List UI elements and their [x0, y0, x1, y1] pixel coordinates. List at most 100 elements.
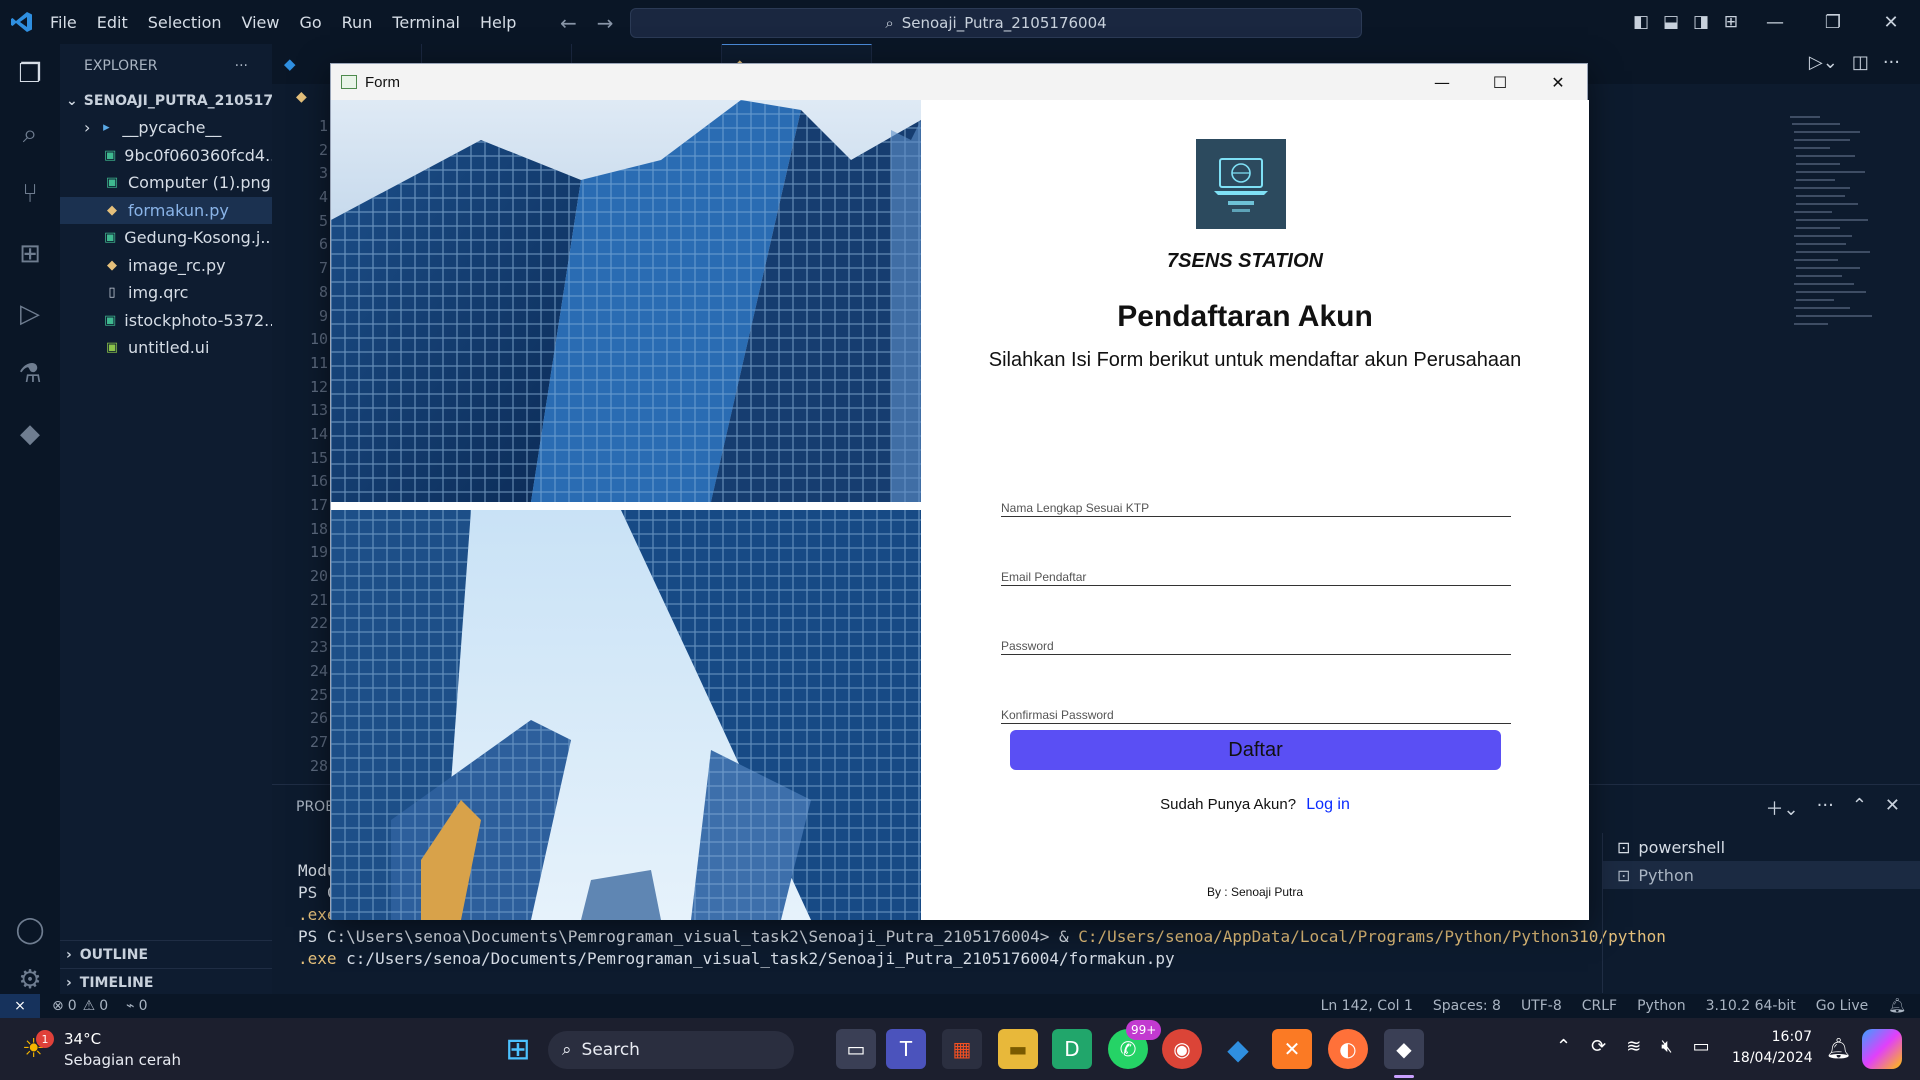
encoding[interactable]: UTF-8	[1521, 998, 1562, 1014]
file-item[interactable]: ▣ Computer (1).png	[60, 169, 272, 197]
restore-icon[interactable]: ❐	[1804, 0, 1862, 44]
split-editor-icon[interactable]: ◫	[1852, 52, 1869, 73]
terminal-item-powershell[interactable]: ⊡ powershell	[1603, 833, 1920, 861]
password-input[interactable]	[1001, 625, 1511, 654]
toggle-sidebar-icon[interactable]: ◧	[1626, 0, 1656, 44]
sync-icon[interactable]: ⟳	[1591, 1036, 1606, 1057]
new-terminal-icon[interactable]: ＋⌄	[1766, 795, 1799, 821]
daftar-button[interactable]: Daftar	[1010, 730, 1501, 770]
menu-view[interactable]: View	[232, 13, 290, 32]
ports-icon[interactable]: ⌁	[126, 998, 134, 1014]
maximize-icon[interactable]: ☐	[1471, 64, 1529, 100]
file-item[interactable]: ▣ Gedung-Kosong.j...	[60, 224, 272, 252]
close-panel-icon[interactable]: ✕	[1885, 795, 1900, 821]
forward-arrow-icon[interactable]: →	[597, 11, 614, 35]
xampp-icon[interactable]: ✕	[1272, 1029, 1312, 1069]
menu-go[interactable]: Go	[289, 13, 331, 32]
warnings-count[interactable]: 0	[99, 998, 108, 1014]
windows-start-icon[interactable]: ⊞	[498, 1029, 538, 1069]
more-actions-icon[interactable]: ···	[1883, 52, 1900, 73]
maximize-panel-icon[interactable]: ⌃	[1852, 795, 1867, 821]
weather-widget[interactable]: ☀ 1	[22, 1030, 58, 1066]
timeline-header[interactable]: › TIMELINE	[60, 968, 272, 996]
python-app-icon[interactable]: ◆	[1384, 1029, 1424, 1069]
extensions-icon[interactable]: ⊞	[0, 224, 60, 284]
back-arrow-icon[interactable]: ←	[560, 11, 577, 35]
testing-icon[interactable]: ⚗	[0, 344, 60, 404]
confirm-password-input[interactable]	[1001, 694, 1511, 723]
menu-run[interactable]: Run	[332, 13, 383, 32]
run-debug-icon[interactable]: ▷	[0, 284, 60, 344]
form-title-bar[interactable]: Form — ☐ ✕	[331, 64, 1587, 100]
indentation[interactable]: Spaces: 8	[1433, 998, 1501, 1014]
file-item[interactable]: ▣ untitled.ui	[60, 334, 272, 362]
battery-icon[interactable]: ▭	[1693, 1036, 1710, 1057]
firefox-icon[interactable]: ◐	[1328, 1029, 1368, 1069]
file-item[interactable]: › ▸ __pycache__	[60, 114, 272, 142]
notification-bell-icon[interactable]: 🔔︎	[1826, 1036, 1851, 1060]
copilot-icon[interactable]	[1862, 1029, 1902, 1069]
minimize-icon[interactable]: —	[1413, 64, 1471, 100]
wifi-icon[interactable]: ≋	[1626, 1036, 1641, 1057]
login-link[interactable]: Log in	[1306, 796, 1350, 813]
chrome-icon[interactable]: ◉	[1162, 1029, 1202, 1069]
terminal-item-python[interactable]: ⊡ Python	[1603, 861, 1920, 889]
language-mode[interactable]: Python	[1637, 998, 1686, 1014]
minimize-icon[interactable]: —	[1746, 0, 1804, 44]
menu-selection[interactable]: Selection	[138, 13, 232, 32]
volume-muted-icon[interactable]: 🔇︎	[1661, 1036, 1672, 1057]
minimap[interactable]	[1780, 112, 1880, 412]
laptop-globe-icon	[1196, 139, 1286, 229]
close-icon[interactable]: ✕	[1529, 64, 1587, 100]
terminal-icon: ⊡	[1617, 837, 1631, 857]
email-input[interactable]	[1001, 556, 1511, 585]
more-actions-icon[interactable]: ···	[1817, 795, 1834, 821]
microsoft-store-icon[interactable]: ▦	[942, 1029, 982, 1069]
file-item[interactable]: ▯ img.qrc	[60, 279, 272, 307]
toggle-panel-icon[interactable]: ⬓	[1656, 0, 1686, 44]
warnings-icon[interactable]: ⚠	[83, 998, 96, 1014]
chevron-up-icon[interactable]: ⌃	[1556, 1036, 1571, 1057]
root-folder[interactable]: ⌄ SENOAJI_PUTRA_2105176...	[60, 88, 299, 114]
file-item[interactable]: ◆ image_rc.py	[60, 252, 272, 280]
weather-temp[interactable]: 34°C	[64, 1030, 101, 1048]
close-icon[interactable]: ✕	[1862, 0, 1920, 44]
vscode-icon[interactable]: ◆	[1218, 1029, 1258, 1069]
weather-desc[interactable]: Sebagian cerah	[64, 1051, 181, 1069]
menu-help[interactable]: Help	[470, 13, 526, 32]
problems-tab[interactable]: PROB	[296, 799, 335, 815]
file-item[interactable]: ▣ istockphoto-5372...	[60, 307, 272, 335]
errors-icon[interactable]: ⊗	[52, 998, 64, 1014]
notifications-bell-icon[interactable]: 🔔︎	[1888, 998, 1906, 1014]
menu-edit[interactable]: Edit	[87, 13, 138, 32]
menu-file[interactable]: File	[40, 13, 87, 32]
teams-icon[interactable]: T	[886, 1029, 926, 1069]
file-explorer-icon[interactable]: ▬	[998, 1029, 1038, 1069]
command-center[interactable]: ⌕ Senoaji_Putra_2105176004	[630, 8, 1362, 38]
taskbar-search[interactable]: ⌕ Search	[548, 1031, 794, 1069]
toggle-secondary-sidebar-icon[interactable]: ◨	[1686, 0, 1716, 44]
source-control-icon[interactable]: ⑂	[0, 164, 60, 224]
cursor-position[interactable]: Ln 142, Col 1	[1321, 998, 1413, 1014]
name-input[interactable]	[1001, 487, 1511, 516]
ports-count[interactable]: 0	[139, 998, 148, 1014]
errors-count[interactable]: 0	[68, 998, 77, 1014]
line-ending[interactable]: CRLF	[1582, 998, 1617, 1014]
run-python-icon[interactable]: ▷⌄	[1809, 52, 1838, 73]
file-item[interactable]: ◆ formakun.py	[60, 196, 272, 224]
more-actions-icon[interactable]: ···	[235, 58, 248, 74]
menu-terminal[interactable]: Terminal	[382, 13, 470, 32]
task-view-icon[interactable]: ▭	[836, 1029, 876, 1069]
file-item[interactable]: ▣ 9bc0f060360fcd4...	[60, 142, 272, 170]
search-icon[interactable]: ⌕	[0, 104, 60, 164]
clock-time[interactable]: 16:07	[1756, 1029, 1812, 1045]
remote-icon[interactable]: ⨯	[0, 994, 40, 1018]
go-live-button[interactable]: Go Live	[1816, 998, 1868, 1014]
explorer-icon[interactable]: ❐	[0, 44, 60, 104]
python-interpreter[interactable]: 3.10.2 64-bit	[1706, 998, 1796, 1014]
customize-layout-icon[interactable]: ⊞	[1716, 0, 1746, 44]
python-icon[interactable]: ◆	[0, 404, 60, 464]
outline-header[interactable]: › OUTLINE	[60, 940, 272, 968]
clock-date[interactable]: 18/04/2024	[1732, 1050, 1813, 1066]
dbeaver-icon[interactable]: D	[1052, 1029, 1092, 1069]
